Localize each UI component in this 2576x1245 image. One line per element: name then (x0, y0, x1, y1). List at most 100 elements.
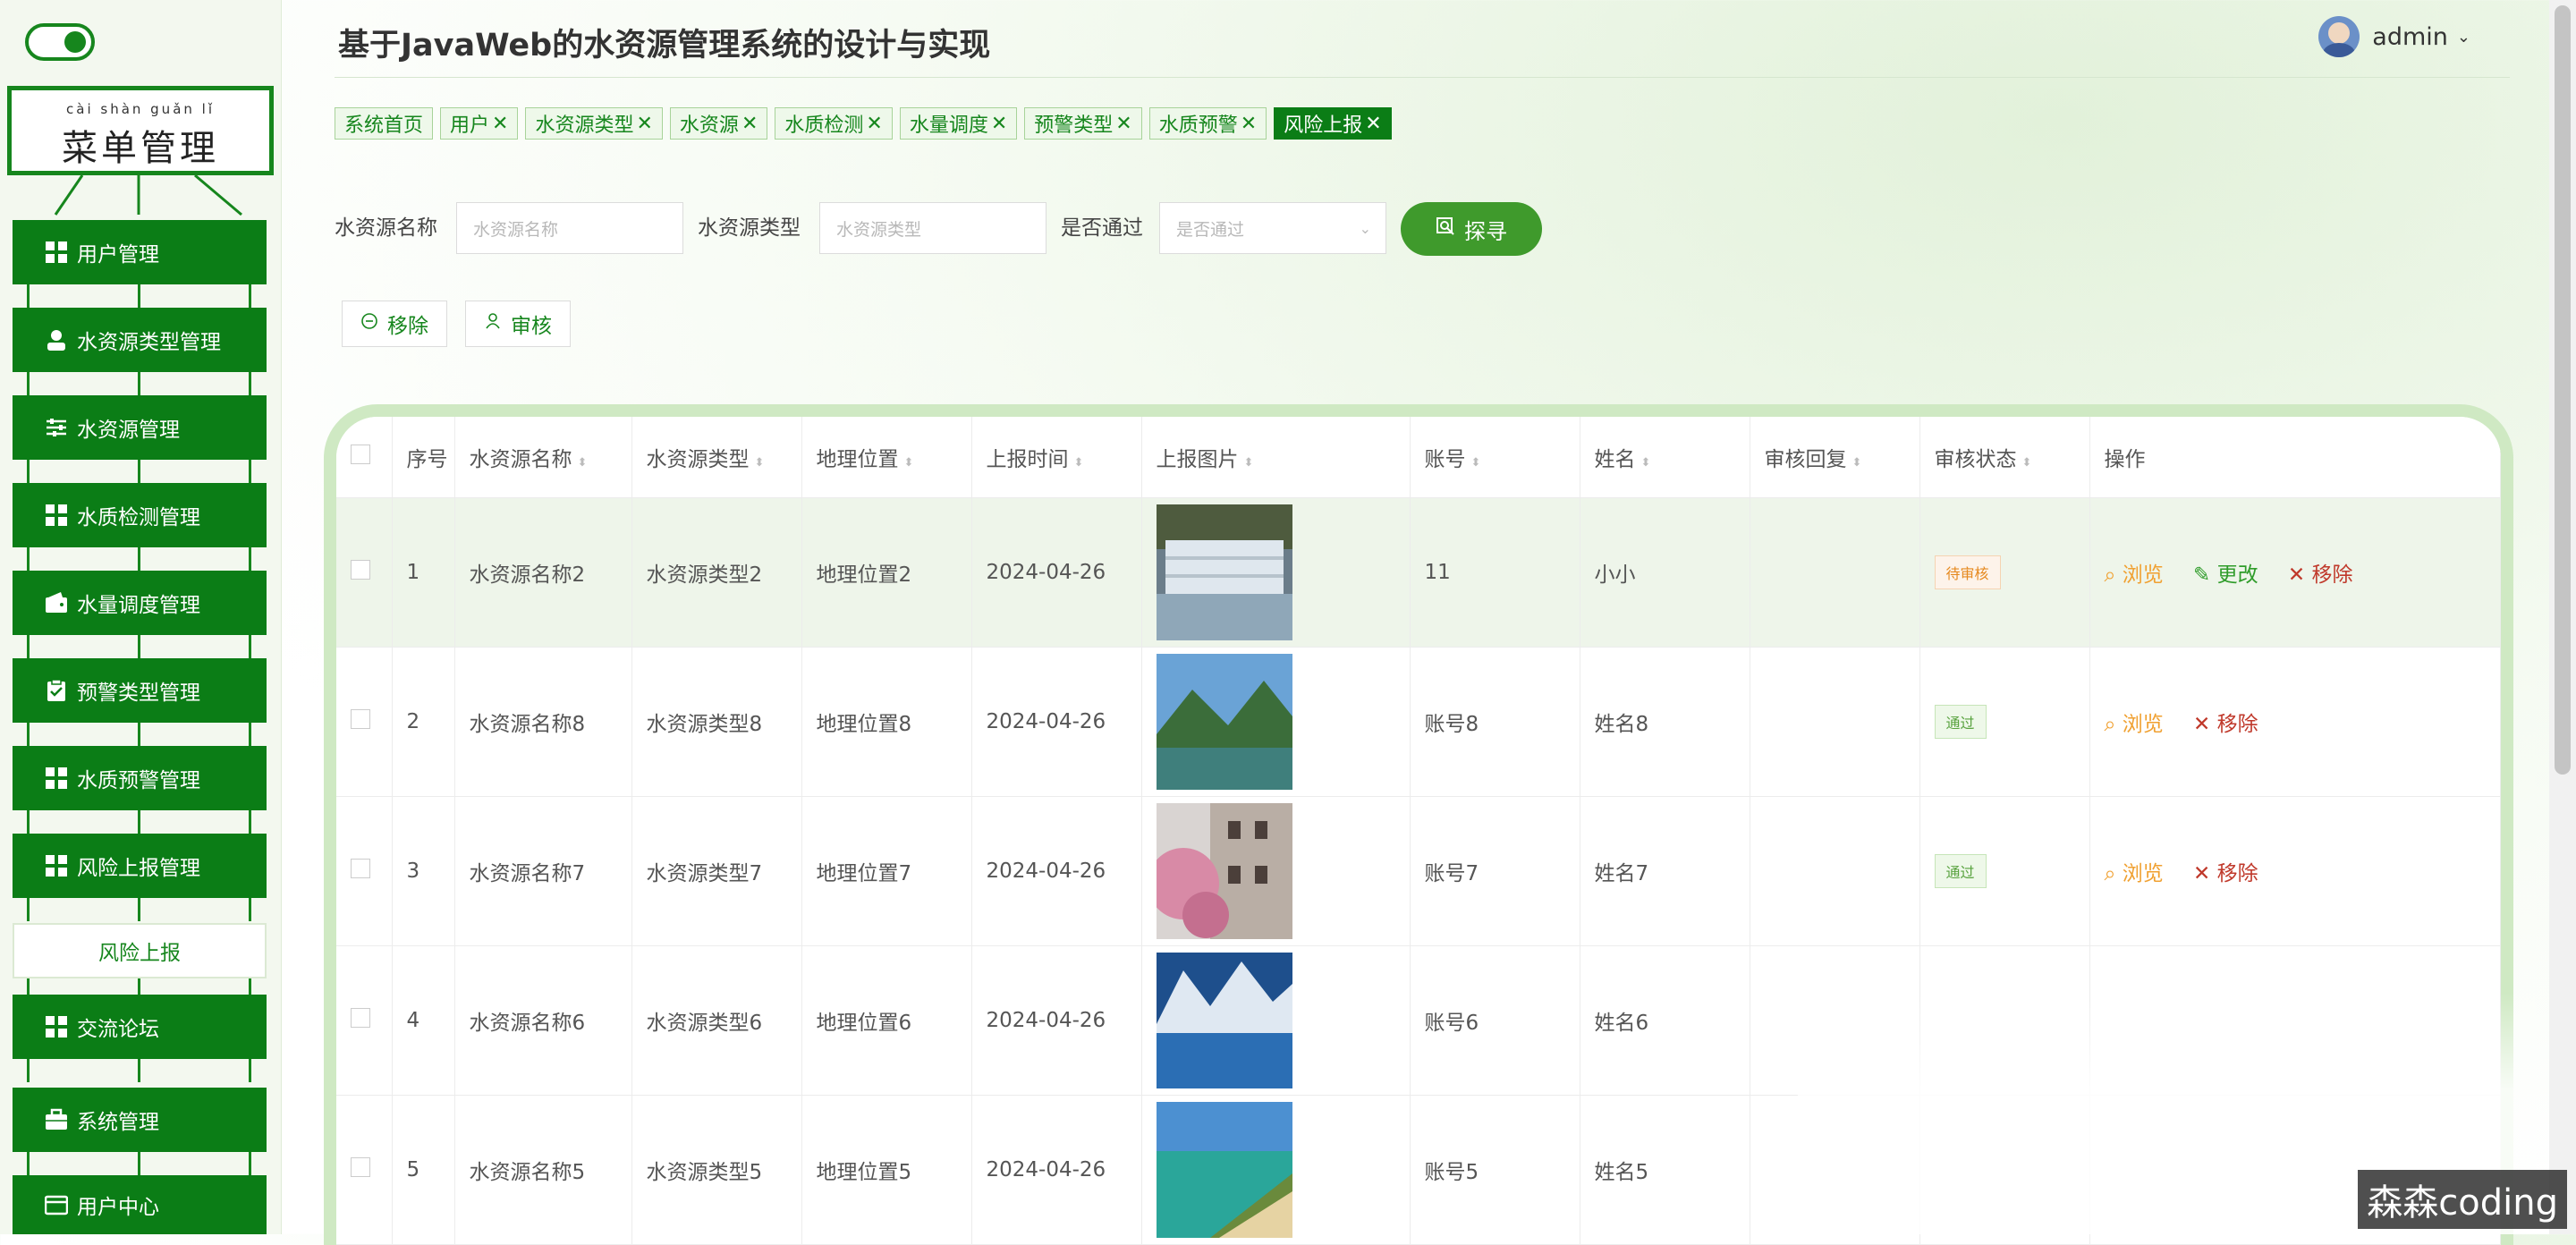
sort-icon[interactable]: ⬍ (1471, 456, 1481, 470)
search-icon: ⌕ (2104, 713, 2116, 736)
close-icon[interactable]: ✕ (741, 113, 758, 135)
tab-home[interactable]: 系统首页 (335, 107, 434, 140)
sidebar-item-risk-report-mgmt[interactable]: 风险上报管理 (13, 834, 267, 898)
sort-icon[interactable]: ⬍ (1244, 456, 1254, 470)
user-menu[interactable]: admin ⌄ (2318, 16, 2470, 57)
sort-icon[interactable]: ⬍ (1852, 456, 1862, 470)
waterfall-photo[interactable] (1156, 504, 1292, 640)
close-icon[interactable]: ✕ (866, 113, 882, 135)
col-header-image[interactable]: 上报图片 ⬍ (1141, 417, 1411, 498)
remove-button[interactable]: ✕ 移除 (2288, 563, 2353, 587)
scrollbar[interactable] (2549, 0, 2576, 1234)
close-icon[interactable]: ✕ (492, 113, 508, 135)
cell-type: 水资源类型6 (631, 945, 802, 1096)
sidebar-item-forum[interactable]: 交流论坛 (13, 995, 267, 1059)
sidebar-item-volume-dispatch[interactable]: 水量调度管理 (13, 571, 267, 635)
table-row[interactable]: 2 水资源名称8 水资源类型8 地理位置8 2024-04-26 账号8 姓名8… (336, 647, 2501, 797)
col-header-account[interactable]: 账号 ⬍ (1410, 417, 1580, 498)
cell-status: 待审核 (1919, 497, 2090, 648)
pass-select[interactable]: 是否通过 ⌄ (1159, 202, 1386, 254)
tab-risk-report[interactable]: 风险上报 ✕ (1274, 107, 1392, 140)
browse-button[interactable]: ⌕ 浏览 (2105, 713, 2164, 736)
blossom-house-photo[interactable] (1156, 803, 1292, 939)
sort-icon[interactable]: ⬍ (2022, 456, 2032, 470)
menu-title: 菜单管理 (62, 128, 219, 169)
close-icon: ✕ (2287, 563, 2306, 587)
search-icon (1436, 216, 1455, 241)
cell-account: 账号8 (1410, 647, 1580, 797)
batch-remove-button[interactable]: 移除 (342, 301, 447, 347)
water-name-input[interactable]: 水资源名称 (456, 202, 683, 254)
col-header-person[interactable]: 姓名 ⬍ (1580, 417, 1750, 498)
remove-label: 移除 (2216, 713, 2258, 736)
browse-button[interactable]: ⌕ 浏览 (2105, 563, 2164, 587)
row-checkbox[interactable] (351, 1008, 370, 1028)
tab-alert-type[interactable]: 预警类型 ✕ (1024, 107, 1142, 140)
tab-water-type[interactable]: 水资源类型 ✕ (525, 107, 663, 140)
col-header-status[interactable]: 审核状态 ⬍ (1919, 417, 2090, 498)
close-icon[interactable]: ✕ (991, 113, 1007, 135)
browse-button[interactable]: ⌕ 浏览 (2105, 862, 2164, 885)
col-header-label: 水资源类型 (646, 448, 750, 471)
search-button[interactable]: 探寻 (1401, 202, 1542, 256)
remove-button[interactable]: ✕ 移除 (2193, 862, 2258, 885)
sidebar-item-water-type[interactable]: 水资源类型管理 (13, 308, 267, 372)
col-header-reply[interactable]: 审核回复 ⬍ (1750, 417, 1920, 498)
sidebar-item-alert-type[interactable]: 预警类型管理 (13, 658, 267, 723)
username: admin (2372, 22, 2448, 51)
batch-remove-label: 移除 (387, 315, 428, 338)
edit-button[interactable]: ✎ 更改 (2193, 563, 2258, 587)
mountain-lake-photo[interactable] (1156, 654, 1292, 790)
sidebar-item-system[interactable]: 系统管理 (13, 1088, 267, 1152)
coast-photo[interactable] (1156, 1102, 1292, 1238)
cell-person: 姓名7 (1580, 796, 1750, 946)
col-header-location[interactable]: 地理位置 ⬍ (801, 417, 972, 498)
review-button[interactable]: 审核 (465, 301, 571, 347)
scrollbar-thumb[interactable] (2555, 5, 2571, 775)
sort-icon[interactable]: ⬍ (755, 456, 765, 470)
edit-label: 更改 (2216, 563, 2258, 587)
sidebar-item-users[interactable]: 用户管理 (13, 220, 267, 284)
sidebar-item-quality-test[interactable]: 水质检测管理 (13, 483, 267, 547)
search-button-label: 探寻 (1464, 218, 1507, 244)
row-checkbox[interactable] (351, 859, 370, 878)
remove-button[interactable]: ✕ 移除 (2193, 713, 2258, 736)
water-type-input[interactable]: 水资源类型 (819, 202, 1046, 254)
sort-icon[interactable]: ⬍ (578, 456, 588, 470)
snow-mountain-photo[interactable] (1156, 953, 1292, 1088)
tab-quality-alert[interactable]: 水质预警 ✕ (1148, 107, 1267, 140)
tab-label: 水质检测 (784, 114, 864, 137)
cell-person: 小小 (1580, 497, 1750, 648)
sidebar-item-water-resource[interactable]: 水资源管理 (13, 395, 267, 460)
col-header-ops: 操作 (2089, 417, 2501, 498)
col-header-name[interactable]: 水资源名称 ⬍ (454, 417, 632, 498)
row-checkbox[interactable] (351, 1157, 370, 1177)
close-icon[interactable]: ✕ (1241, 113, 1257, 135)
table-row[interactable]: 1 水资源名称2 水资源类型2 地理位置2 2024-04-26 11 小小 待… (336, 497, 2501, 648)
tab-users[interactable]: 用户 ✕ (440, 107, 519, 140)
tab-quality-test[interactable]: 水质检测 ✕ (775, 107, 893, 140)
select-all-checkbox[interactable] (351, 445, 370, 464)
sort-icon[interactable]: ⬍ (1074, 456, 1084, 470)
filter-type-label: 水资源类型 (698, 216, 801, 240)
tab-label: 水资源 (679, 114, 739, 137)
sort-icon[interactable]: ⬍ (904, 456, 914, 470)
col-header-type[interactable]: 水资源类型 ⬍ (631, 417, 802, 498)
close-icon[interactable]: ✕ (1365, 113, 1381, 135)
sidebar-item-user-center[interactable]: 用户中心 (13, 1175, 267, 1234)
sidebar-subitem-risk-report[interactable]: 风险上报 (13, 923, 267, 978)
row-checkbox[interactable] (351, 560, 370, 580)
close-icon[interactable]: ✕ (1115, 113, 1131, 135)
col-header-time[interactable]: 上报时间 ⬍ (971, 417, 1142, 498)
cell-image (1141, 1095, 1411, 1245)
close-icon[interactable]: ✕ (636, 113, 652, 135)
tab-water-resource[interactable]: 水资源 ✕ (669, 107, 768, 140)
tab-volume-dispatch[interactable]: 水量调度 ✕ (899, 107, 1018, 140)
sort-icon[interactable]: ⬍ (1641, 456, 1651, 470)
row-checkbox[interactable] (351, 709, 370, 729)
filter-pass-label: 是否通过 (1061, 216, 1143, 240)
sidebar-toggle[interactable] (25, 23, 95, 61)
tab-label: 风险上报 (1284, 114, 1363, 137)
sidebar-item-quality-alert[interactable]: 水质预警管理 (13, 746, 267, 810)
table-row[interactable]: 3 水资源名称7 水资源类型7 地理位置7 2024-04-26 账号7 姓名7… (336, 796, 2501, 946)
